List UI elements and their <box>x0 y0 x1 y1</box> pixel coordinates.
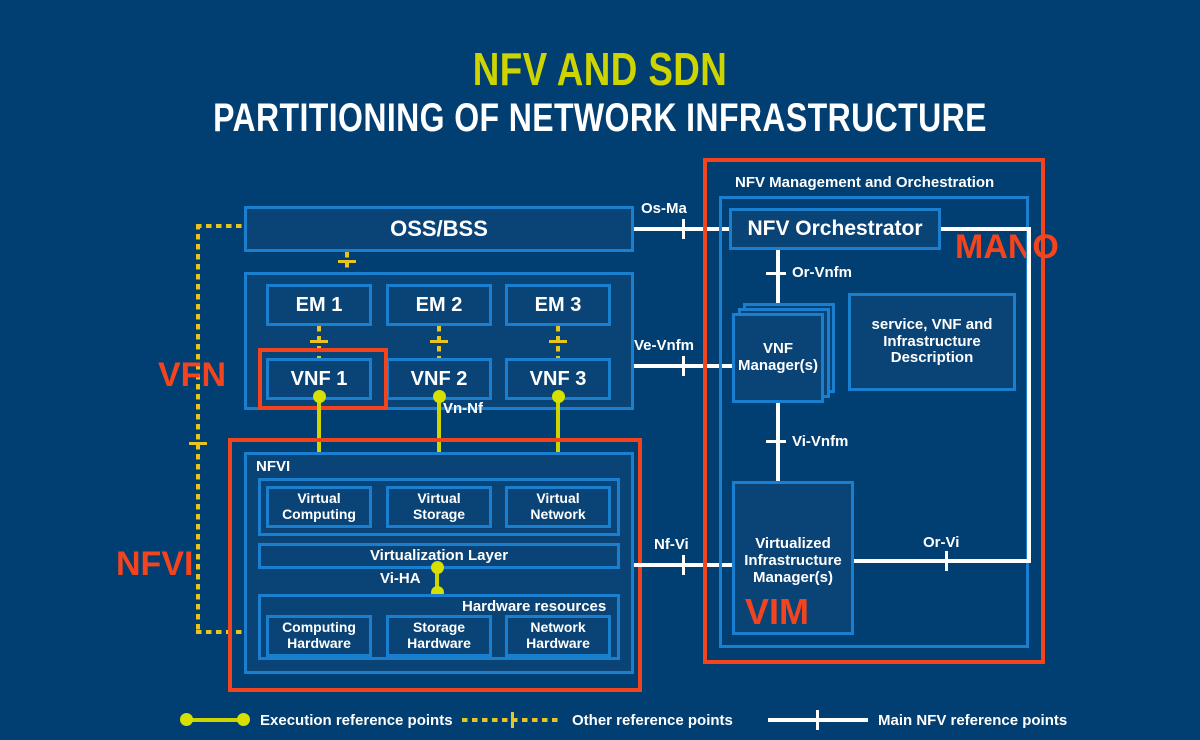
or-vi-line-right <box>1027 227 1031 563</box>
other-ref-tick <box>189 442 207 445</box>
os-ma-tick <box>682 219 685 239</box>
network-hardware-label: Network Hardware <box>526 619 590 651</box>
oss-to-em-dotted <box>345 252 349 274</box>
description-box[interactable]: service, VNF and Infrastructure Descriptio… <box>848 293 1016 391</box>
vn-nf-label: Vn-Nf <box>443 400 483 417</box>
computing-hardware-box[interactable]: Computing Hardware <box>266 615 372 657</box>
vi-vnfm-tick <box>766 440 786 443</box>
em-3-box[interactable]: EM 3 <box>505 284 611 326</box>
vim-box-label: Virtualized Infrastructure Manager(s) <box>744 535 842 586</box>
other-ref-line-top <box>196 224 248 228</box>
or-vi-line-bottom <box>854 559 1031 563</box>
vi-vnfm-label: Vi-Vnfm <box>792 433 849 450</box>
vnf1-exec-dot-top <box>313 390 326 403</box>
virtual-storage-box[interactable]: Virtual Storage <box>386 486 492 528</box>
vnf-2-label: VNF 2 <box>410 367 468 390</box>
legend-execution-label: Execution reference points <box>260 711 453 729</box>
vnf-manager-box[interactable]: VNF Manager(s) <box>732 313 824 403</box>
storage-hardware-box[interactable]: Storage Hardware <box>386 615 492 657</box>
virtual-network-label: Virtual Network <box>530 490 586 522</box>
oss-bss-box[interactable]: OSS/BSS <box>244 206 634 252</box>
or-vi-label: Or-Vi <box>923 534 960 551</box>
em2-vnf2-tick <box>430 340 448 343</box>
storage-hardware-label: Storage Hardware <box>407 619 471 651</box>
vnf-3-label: VNF 3 <box>529 367 587 390</box>
network-hardware-box[interactable]: Network Hardware <box>505 615 611 657</box>
legend-other-label: Other reference points <box>572 711 733 729</box>
or-vnfm-label: Or-Vnfm <box>792 264 852 281</box>
ve-vnfm-label: Ve-Vnfm <box>634 337 695 354</box>
page-title-primary: NFV AND SDN <box>472 43 728 95</box>
virtual-computing-box[interactable]: Virtual Computing <box>266 486 372 528</box>
em3-vnf3-tick <box>549 340 567 343</box>
vim-label: VIM <box>745 591 810 632</box>
legend-item-other: Other reference points <box>462 705 733 735</box>
other-ref-icon <box>462 712 562 728</box>
hardware-resources-title: Hardware resources <box>462 598 607 615</box>
em1-vnf1-tick <box>310 340 328 343</box>
main-ref-icon <box>768 710 868 730</box>
nfv-orchestrator-box[interactable]: NFV Orchestrator <box>729 208 941 250</box>
nf-vi-tick <box>682 555 685 575</box>
os-ma-label: Os-Ma <box>641 200 687 217</box>
em-3-label: EM 3 <box>534 293 582 316</box>
or-vnfm-tick <box>766 272 786 275</box>
legend-main-label: Main NFV reference points <box>878 711 1068 729</box>
nfvi-label: NFVI <box>116 545 194 583</box>
vnf3-exec-dot-top <box>552 390 565 403</box>
nfv-orchestrator-label: NFV Orchestrator <box>747 217 923 241</box>
other-ref-line-left <box>196 224 200 634</box>
oss-bss-label: OSS/BSS <box>390 215 488 241</box>
legend-item-main: Main NFV reference points <box>768 705 1067 735</box>
em-1-label: EM 1 <box>295 293 343 316</box>
virtual-network-box[interactable]: Virtual Network <box>505 486 611 528</box>
oss-to-em-tick <box>338 260 356 263</box>
ve-vnfm-tick <box>682 356 685 376</box>
em-2-label: EM 2 <box>415 293 463 316</box>
nfvi-title: NFVI <box>256 458 291 475</box>
nf-vi-label: Nf-Vi <box>654 536 689 553</box>
em-1-box[interactable]: EM 1 <box>266 284 372 326</box>
legend: Execution reference points Other referen… <box>0 705 1200 735</box>
execution-ref-icon <box>180 713 250 727</box>
vnf2-exec-dot-top <box>433 390 446 403</box>
or-vi-line-top <box>941 227 1031 231</box>
virtual-computing-label: Virtual Computing <box>282 490 356 522</box>
mano-title: NFV Management and Orchestration <box>735 174 995 191</box>
vnf-manager-label: VNF Manager(s) <box>737 340 819 374</box>
em-2-box[interactable]: EM 2 <box>386 284 492 326</box>
virtual-storage-label: Virtual Storage <box>412 490 466 522</box>
or-vi-tick <box>945 551 948 571</box>
legend-item-execution: Execution reference points <box>180 705 453 735</box>
vi-ha-dot-top <box>431 561 444 574</box>
page-title-secondary: PARTITIONING OF NETWORK INFRASTRUCTURE <box>213 96 987 140</box>
vi-ha-label: Vi-HA <box>380 570 421 587</box>
vfn-label: VFN <box>158 356 226 394</box>
description-label: service, VNF and Infrastructure Descriptio… <box>871 315 993 367</box>
computing-hardware-label: Computing Hardware <box>282 619 356 651</box>
